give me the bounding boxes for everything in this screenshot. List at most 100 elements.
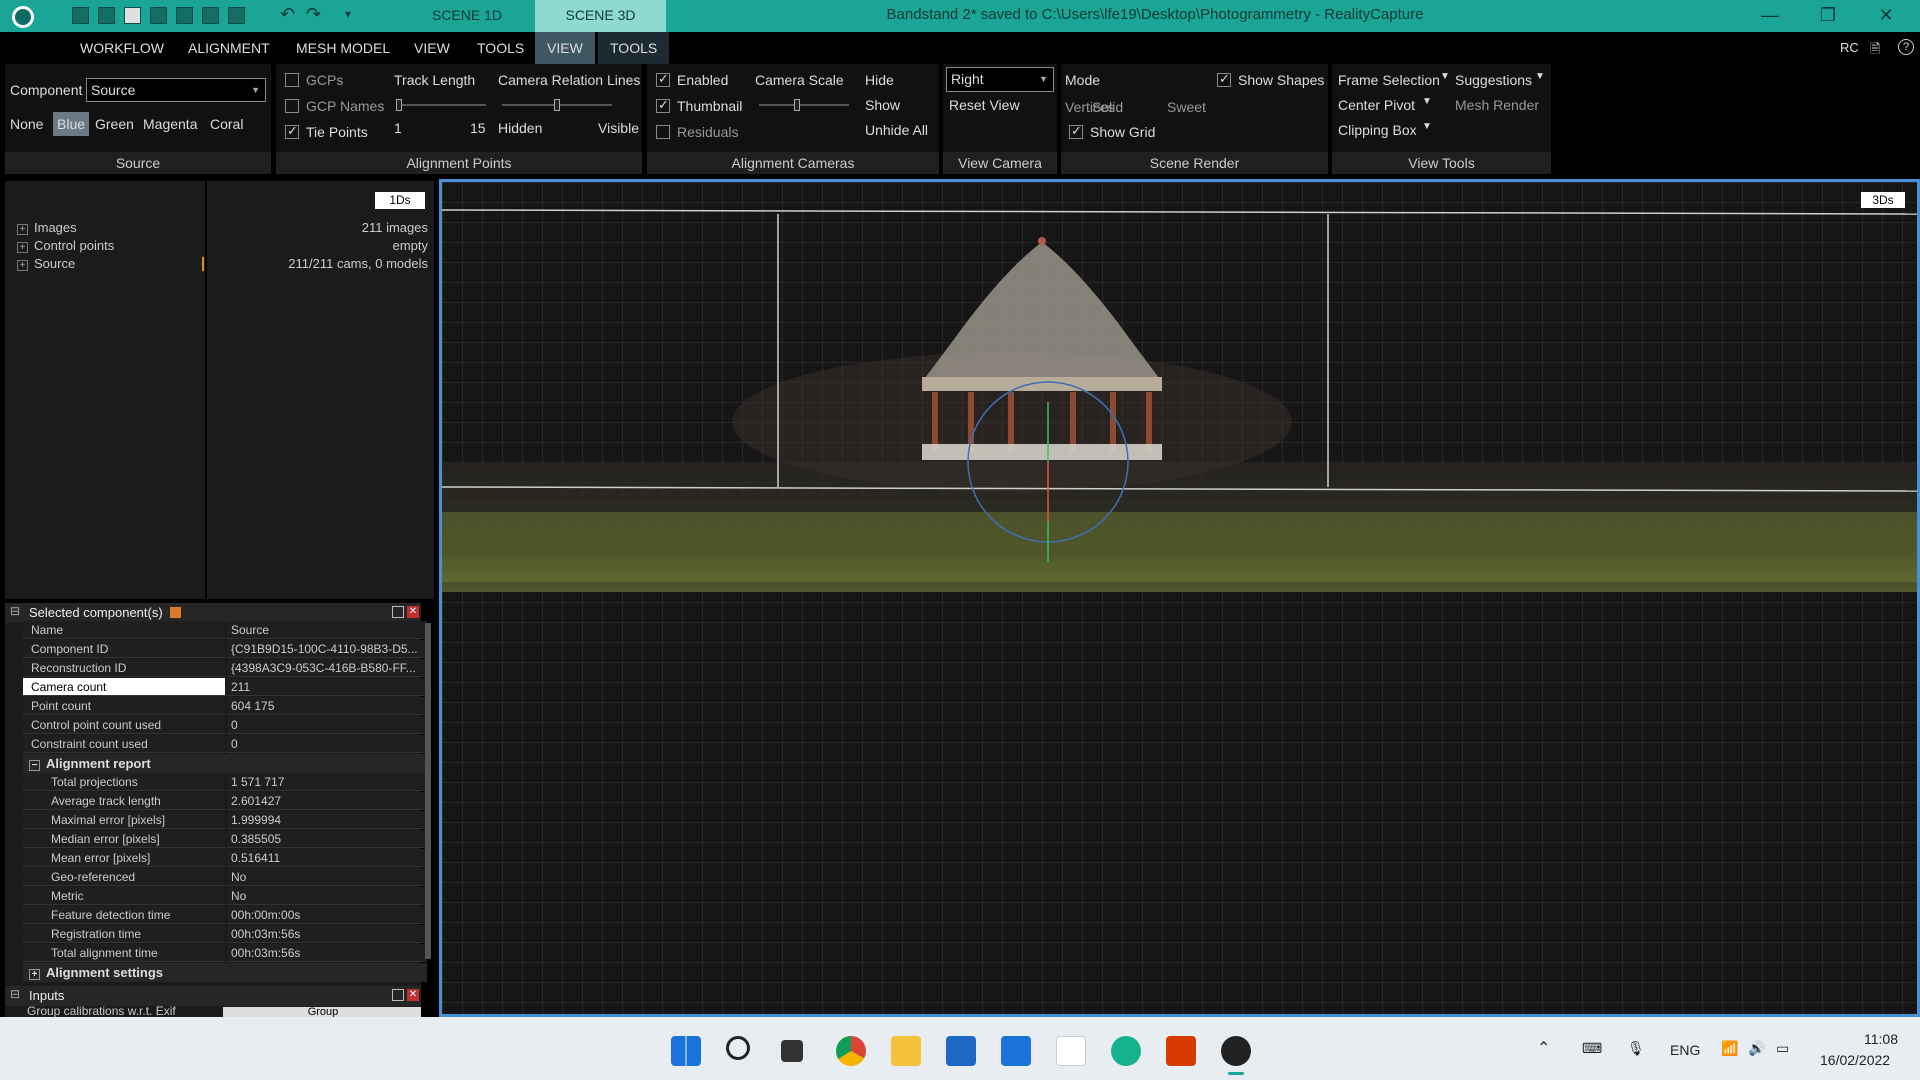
close-panel-icon[interactable]: ✕: [407, 989, 419, 1001]
color-blue[interactable]: Blue: [53, 112, 90, 136]
document-icon[interactable]: 🗎: [1870, 40, 1880, 62]
close-panel-icon[interactable]: ✕: [407, 606, 419, 618]
report-row[interactable]: Total projections 1 571 717: [23, 773, 427, 792]
pin-icon[interactable]: [392, 606, 404, 618]
gcp-names-checkbox[interactable]: [285, 99, 299, 113]
clock-date[interactable]: 16/02/2022: [1820, 1052, 1890, 1068]
center-pivot-chevron-icon[interactable]: ▼: [1422, 96, 1432, 107]
3d-viewport[interactable]: 3Ds: [439, 179, 1920, 1017]
show-button[interactable]: Show: [865, 97, 900, 113]
expand-icon[interactable]: +: [17, 242, 28, 253]
battery-icon[interactable]: ▭: [1776, 1040, 1789, 1057]
layout-5-icon[interactable]: [176, 7, 193, 24]
prop-row[interactable]: Name Source: [23, 621, 427, 640]
tie-points-checkbox[interactable]: [285, 123, 299, 139]
language-indicator[interactable]: ENG: [1670, 1042, 1700, 1058]
minimize-button[interactable]: —: [1742, 0, 1798, 32]
mail-icon[interactable]: [1001, 1036, 1031, 1066]
undo-icon[interactable]: ↶: [280, 4, 295, 25]
report-row[interactable]: Median error [pixels] 0.385505: [23, 830, 427, 849]
menu-workflow[interactable]: WORKFLOW: [68, 32, 176, 64]
office-icon[interactable]: [1166, 1036, 1196, 1066]
frame-selection-button[interactable]: Frame Selection: [1338, 72, 1440, 88]
unhide-all-button[interactable]: Unhide All: [865, 122, 928, 138]
report-row[interactable]: Total alignment time 00h:03m:56s: [23, 944, 427, 963]
hide-button[interactable]: Hide: [865, 72, 894, 88]
track-length-thumb[interactable]: [396, 99, 402, 111]
prop-row[interactable]: Reconstruction ID {4398A3C9-053C-416B-B58…: [23, 659, 427, 678]
suggestions-button[interactable]: Suggestions: [1455, 72, 1532, 88]
menu-alignment[interactable]: ALIGNMENT: [176, 32, 282, 64]
prop-row[interactable]: Control point count used 0: [23, 716, 427, 735]
tree-item-control-points[interactable]: + Control points: [17, 238, 114, 253]
properties-scrollbar[interactable]: [425, 623, 431, 959]
clock-time[interactable]: 11:08: [1864, 1031, 1898, 1047]
amazon-icon[interactable]: [1056, 1036, 1086, 1066]
close-button[interactable]: ✕: [1858, 0, 1914, 32]
microphone-icon[interactable]: 🎙: [1627, 1040, 1645, 1057]
menu-view-contextual[interactable]: VIEW: [535, 32, 595, 64]
mode-sweet[interactable]: Sweet: [1167, 99, 1206, 115]
report-row[interactable]: Maximal error [pixels] 1.999994: [23, 811, 427, 830]
collapse-icon[interactable]: −: [29, 760, 40, 771]
volume-icon[interactable]: 🔊: [1748, 1040, 1765, 1057]
app-logo-icon[interactable]: [12, 6, 34, 28]
tab-scene-1d[interactable]: SCENE 1D: [400, 0, 534, 32]
report-row[interactable]: Mean error [pixels] 0.516411: [23, 849, 427, 868]
wifi-icon[interactable]: 📶: [1721, 1040, 1738, 1057]
store-icon[interactable]: [946, 1036, 976, 1066]
tree-item-source[interactable]: + Source: [17, 256, 75, 271]
color-green[interactable]: Green: [95, 116, 134, 132]
color-magenta[interactable]: Magenta: [143, 116, 197, 132]
menu-view[interactable]: VIEW: [402, 32, 462, 64]
keyboard-icon[interactable]: ⌨: [1582, 1040, 1602, 1057]
report-row[interactable]: Registration time 00h:03m:56s: [23, 925, 427, 944]
realitycapture-taskbar-icon[interactable]: [1221, 1036, 1251, 1066]
collapse-icon[interactable]: ⊟: [10, 604, 20, 618]
search-icon[interactable]: [726, 1036, 750, 1060]
relation-lines-thumb[interactable]: [554, 99, 560, 111]
show-grid-checkbox[interactable]: [1069, 123, 1083, 139]
report-row[interactable]: Metric No: [23, 887, 427, 906]
menu-mesh-model[interactable]: MESH MODEL: [284, 32, 402, 64]
color-coral[interactable]: Coral: [210, 116, 243, 132]
prop-row-selected[interactable]: Camera count 211: [23, 678, 427, 697]
collapse-icon[interactable]: ⊟: [10, 987, 20, 1001]
expand-icon[interactable]: +: [17, 260, 28, 271]
clipping-box-button[interactable]: Clipping Box: [1338, 122, 1417, 138]
expand-icon[interactable]: +: [17, 224, 28, 235]
prop-row[interactable]: Component ID {C91B9D15-100C-4110-98B3-D5.…: [23, 640, 427, 659]
layout-7-icon[interactable]: [228, 7, 245, 24]
residuals-checkbox[interactable]: [656, 125, 670, 139]
clipping-box-chevron-icon[interactable]: ▼: [1422, 121, 1432, 132]
chrome-icon[interactable]: [836, 1036, 866, 1066]
layout-2-icon[interactable]: [98, 7, 115, 24]
layout-3-icon[interactable]: [124, 7, 141, 24]
layout-6-icon[interactable]: [202, 7, 219, 24]
thumbnail-checkbox[interactable]: [656, 97, 670, 113]
file-explorer-icon[interactable]: [891, 1036, 921, 1066]
gcps-checkbox[interactable]: [285, 73, 299, 87]
track-length-slider[interactable]: [396, 104, 486, 106]
reset-view-button[interactable]: Reset View: [949, 97, 1020, 113]
prop-row[interactable]: Point count 604 175: [23, 697, 427, 716]
layout-4-icon[interactable]: [150, 7, 167, 24]
show-shapes-checkbox[interactable]: [1217, 71, 1231, 87]
alignment-settings-section[interactable]: + Alignment settings: [23, 963, 427, 982]
expand-icon[interactable]: +: [29, 969, 40, 980]
suggestions-chevron-icon[interactable]: ▼: [1535, 71, 1545, 82]
component-dropdown[interactable]: Source ▼: [86, 78, 266, 102]
scene-render[interactable]: [442, 182, 1917, 1014]
layout-1-icon[interactable]: [72, 7, 89, 24]
view-direction-dropdown[interactable]: Right ▼: [946, 67, 1054, 92]
tree-item-images[interactable]: + Images: [17, 220, 77, 235]
teal-app-icon[interactable]: [1111, 1036, 1141, 1066]
mode-solid[interactable]: Solid: [1092, 99, 1123, 115]
enabled-checkbox[interactable]: [656, 71, 670, 87]
center-pivot-button[interactable]: Center Pivot: [1338, 97, 1415, 113]
chevron-up-icon[interactable]: ⌃: [1537, 1038, 1550, 1058]
prop-row[interactable]: Constraint count used 0: [23, 735, 427, 754]
report-row[interactable]: Feature detection time 00h:00m:00s: [23, 906, 427, 925]
frame-selection-chevron-icon[interactable]: ▼: [1440, 71, 1450, 82]
camera-scale-thumb[interactable]: [794, 99, 800, 111]
